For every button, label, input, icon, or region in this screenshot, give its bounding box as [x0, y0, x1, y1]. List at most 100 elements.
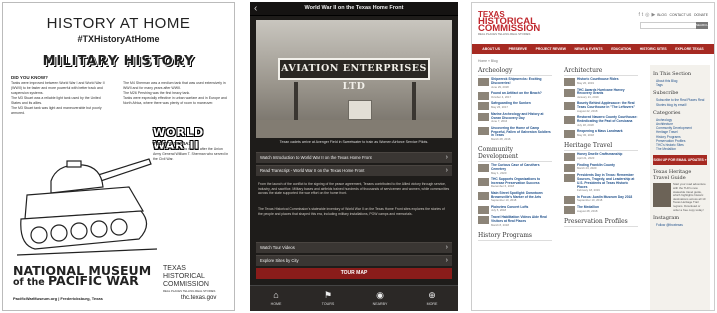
- thc-website: thc.texas.gov: [181, 295, 217, 301]
- article-item[interactable]: Marine Archeology and History at Ocean D…: [478, 112, 552, 124]
- nav-historic-sites[interactable]: HISTORIC SITES: [640, 44, 667, 54]
- section-heading: Architecture: [564, 67, 638, 76]
- museum-logo: NATIONAL MUSEUM of the PACIFIC WAR: [13, 264, 151, 288]
- middle-column: Architecture Historic Courthouse Rides Ma…: [564, 67, 638, 231]
- article-item[interactable]: Main Street Spotlight: Downtown Brownsvi…: [478, 191, 552, 203]
- nav-education[interactable]: EDUCATION: [611, 44, 631, 54]
- article-thumbnail: [478, 91, 489, 100]
- donate-link[interactable]: DONATE: [694, 13, 708, 17]
- email-signup-button[interactable]: SIGN UP FOR EMAIL UPDATES »: [653, 155, 707, 166]
- blog-link[interactable]: BLOG: [657, 13, 666, 17]
- section-heading: History Programs: [478, 232, 552, 241]
- article-thumbnail: [478, 205, 489, 214]
- tours-icon: ⚑: [323, 290, 333, 300]
- main-nav: ABOUT US PRESERVE PROJECT REVIEW NEWS & …: [472, 44, 714, 54]
- article-item[interactable]: Travel Habilitation Videos Aide Real Vis…: [478, 215, 552, 227]
- article-date: March 28, 2016: [491, 137, 511, 142]
- article-title[interactable]: Travel Habilitation Videos Aide Real Vis…: [491, 215, 547, 223]
- breadcrumb[interactable]: Home » Blog: [478, 59, 498, 63]
- article-item[interactable]: THC Awards Hurricane Harvey Recovery Gra…: [564, 88, 638, 100]
- article-title[interactable]: Shipwreck Shipwrecks: Exciting Discoveri…: [491, 77, 542, 85]
- article-thumbnail: [478, 216, 489, 225]
- museum-of: of the: [13, 277, 45, 288]
- subscribe-link[interactable]: Subscribe to the Real Places Real Storie…: [653, 98, 707, 106]
- tour-map-button[interactable]: TOUR MAP: [256, 268, 452, 279]
- sidebar-heading: In This Section: [653, 71, 692, 77]
- article-item[interactable]: Plainview Concert Lofts July 5, 2018: [478, 205, 552, 214]
- article-item[interactable]: Restored Navarro County Courthouse: Rede…: [564, 115, 638, 127]
- section-heading: Archeology: [478, 67, 552, 76]
- utility-links: f t ◎ ▶ BLOG CONTACT US DONATE: [638, 12, 708, 18]
- article-title[interactable]: Presidents Day in Texas: Remember Source…: [577, 173, 634, 188]
- article-item[interactable]: Presidents Day in Texas: Remember Source…: [564, 173, 638, 193]
- read-transcript-button[interactable]: Read Transcript - World War II on the Te…: [256, 165, 452, 176]
- nav-project-review[interactable]: PROJECT REVIEW: [536, 44, 566, 54]
- article-item[interactable]: Reopening a Mass Landmark May 30, 2018: [564, 129, 638, 139]
- thc-site-logo[interactable]: TEXAS HISTORICAL COMMISSION REAL PLACES …: [478, 11, 540, 37]
- photo-caption: Texan cadets arrive at Avenger Field in …: [279, 140, 429, 144]
- explore-by-city-button[interactable]: Explore Sites by City ›: [256, 255, 452, 266]
- tab-nearby[interactable]: ◉ NEARBY: [354, 286, 406, 311]
- category-section: Archeology Shipwreck Shipwrecks: Excitin…: [478, 67, 552, 142]
- tank-turret: [50, 164, 104, 194]
- article-item[interactable]: Safeguarding the Sunken May 26, 2017: [478, 101, 552, 111]
- search-button[interactable]: SEARCH: [696, 22, 709, 29]
- tab-tours[interactable]: ⚑ TOURS: [302, 286, 354, 311]
- button-label: Watch Tour Videos: [260, 245, 295, 250]
- contact-link[interactable]: CONTACT US: [670, 13, 692, 17]
- article-item[interactable]: Uncovering the Home of Camp Peaceful, Fa…: [478, 126, 552, 142]
- section-heading: Heritage Travel: [564, 142, 638, 152]
- button-label: Read Transcript - World War II on the Te…: [260, 168, 365, 173]
- facebook-icon[interactable]: f: [638, 12, 639, 18]
- watch-tour-videos-button[interactable]: Watch Tour Videos ›: [256, 242, 452, 253]
- nearby-icon: ◉: [376, 290, 384, 300]
- sidebar-heading: Subscribe: [653, 90, 679, 97]
- fact-item: The M3 Stuart was a reliable light tank …: [11, 96, 101, 105]
- tab-label: TOURS: [321, 302, 335, 306]
- did-you-know-heading: DID YOU KNOW?: [11, 75, 48, 80]
- youtube-icon[interactable]: ▶: [651, 12, 655, 18]
- button-label: Explore Sites by City: [260, 258, 299, 263]
- nav-explore-texas[interactable]: EXPLORE TEXAS: [675, 44, 703, 54]
- article-item[interactable]: Historic Courthouse Rides May 20, 2019: [564, 77, 638, 86]
- nav-about[interactable]: ABOUT US: [482, 44, 500, 54]
- nav-news-events[interactable]: NEWS & EVENTS: [575, 44, 603, 54]
- article-item[interactable]: Bounty Behind Applesauce: the Real Texas…: [564, 102, 638, 113]
- article-date: March 23, 2020: [577, 166, 597, 171]
- travel-guide-promo[interactable]: Start your road adventure with the THC's…: [653, 183, 707, 212]
- category-link[interactable]: The Medallion: [653, 147, 707, 151]
- fact-item: The M4 Sherman was a medium tank that wa…: [123, 81, 226, 90]
- tab-home[interactable]: ⌂ HOME: [250, 286, 302, 311]
- article-thumbnail: [564, 153, 575, 162]
- article-title[interactable]: The Curious Case of Caruthers Cemetery: [491, 163, 540, 171]
- article-item[interactable]: Honey Dwelle Craftsmanship April 21, 2020: [564, 152, 638, 162]
- article-title[interactable]: Restored Navarro County Courthouse: Rede…: [577, 115, 637, 123]
- nav-preserve[interactable]: PRESERVE: [509, 44, 527, 54]
- instagram-icon[interactable]: ◎: [645, 12, 649, 18]
- article-item[interactable]: The Curious Case of Caruthers Cemetery Ma…: [478, 163, 552, 175]
- chevron-right-icon: ›: [445, 244, 448, 251]
- sidebar-link[interactable]: Tags: [653, 83, 707, 87]
- thc-logo-line3: COMMISSION: [163, 281, 209, 288]
- instagram-link[interactable]: Follow @thcxtexas: [653, 223, 707, 227]
- search-input[interactable]: [640, 22, 698, 29]
- category-section: Preservation Profiles: [564, 218, 638, 228]
- article-thumbnail: [564, 174, 575, 183]
- tab-more[interactable]: ⊕ MORE: [406, 286, 458, 311]
- article-item[interactable]: In Focus: Austin Museum Day 2018 Septembe…: [564, 195, 638, 204]
- article-item[interactable]: Shipwreck Shipwrecks: Exciting Discoveri…: [478, 77, 552, 89]
- tab-label: NEARBY: [372, 302, 388, 306]
- article-thumbnail: [564, 78, 575, 86]
- article-item[interactable]: Finding Franklin County March 23, 2020: [564, 163, 638, 172]
- article-item[interactable]: THC Supports Organizations to Increase P…: [478, 177, 552, 189]
- category-section: Community Development The Curious Case o…: [478, 146, 552, 228]
- article-item[interactable]: Found an Artifact on the Beach? October 4…: [478, 91, 552, 100]
- article-title[interactable]: Uncovering the Home of Camp Peaceful, Fa…: [491, 126, 551, 138]
- article-thumbnail: [478, 177, 489, 186]
- watch-intro-button[interactable]: Watch Introduction to World War II on th…: [256, 152, 452, 163]
- inventory-paragraph: The Texas Historical Commission's statew…: [258, 207, 445, 216]
- twitter-icon[interactable]: t: [642, 12, 643, 18]
- article-date: September 10, 2018: [491, 198, 517, 203]
- article-item[interactable]: The Medallion August 28, 2018: [564, 205, 638, 215]
- article-thumbnail: [564, 102, 575, 111]
